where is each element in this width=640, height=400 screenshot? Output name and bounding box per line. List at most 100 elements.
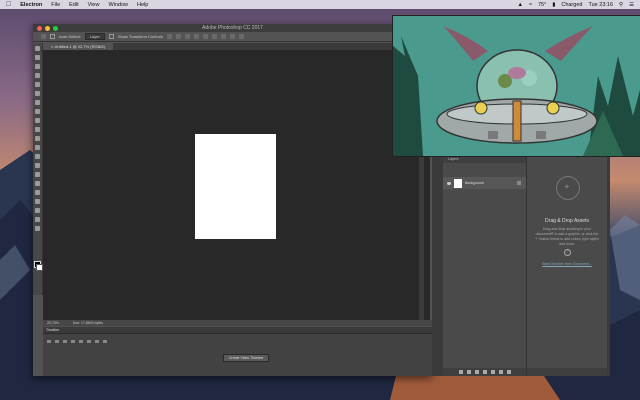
align-middle-icon[interactable] — [175, 34, 181, 39]
3d-mode-icon[interactable] — [238, 34, 244, 39]
align-top-icon[interactable] — [166, 34, 172, 39]
distribute-icon[interactable] — [220, 34, 226, 39]
lock-icon[interactable] — [517, 181, 521, 185]
auto-select-dropdown[interactable]: Layer — [84, 33, 105, 40]
start-libraries-link[interactable]: Start Libraries from Document... — [527, 262, 607, 266]
background-color-swatch[interactable] — [36, 264, 43, 271]
create-video-timeline-button[interactable]: Create Video Timeline — [223, 354, 270, 362]
menu-help[interactable]: Help — [137, 2, 148, 8]
healing-brush-tool-icon[interactable] — [35, 100, 40, 105]
settings-icon[interactable] — [87, 340, 91, 343]
marquee-tool-icon[interactable] — [35, 55, 40, 60]
layers-footer — [443, 368, 526, 376]
status-bar: 22,73% Doc: 17,8M/0 bytes — [43, 320, 436, 326]
apple-icon[interactable]:  — [6, 1, 11, 8]
libraries-panel: + Drag & Drop Assets Drag and drop anyth… — [527, 156, 607, 376]
new-layer-icon[interactable] — [498, 370, 503, 374]
quick-select-tool-icon[interactable] — [35, 73, 40, 78]
options-bar: Auto-Select: Layer Show Transform Contro… — [33, 32, 432, 42]
align-left-icon[interactable] — [193, 34, 199, 39]
video-frame-illustration — [393, 16, 640, 156]
timeline-panel: Timeline Create Video Timeline — [43, 327, 432, 376]
align-center-icon[interactable] — [202, 34, 208, 39]
layer-row-background[interactable]: Background — [443, 177, 526, 189]
type-tool-icon[interactable] — [35, 181, 40, 186]
audio-icon[interactable] — [79, 340, 83, 343]
hand-tool-icon[interactable] — [35, 208, 40, 213]
clone-stamp-tool-icon[interactable] — [35, 118, 40, 123]
menu-app-name[interactable]: Electron — [20, 2, 42, 8]
dodge-tool-icon[interactable] — [35, 163, 40, 168]
distribute-horizontal-icon[interactable] — [229, 34, 235, 39]
wifi-icon[interactable]: ≈ — [529, 2, 532, 8]
notification-center-icon[interactable]: ☰ — [629, 2, 634, 8]
rectangle-tool-icon[interactable] — [35, 199, 40, 204]
battery-icon[interactable]: ▮ — [552, 2, 555, 8]
blur-tool-icon[interactable] — [35, 154, 40, 159]
info-icon[interactable]: ? — [564, 249, 571, 256]
menu-clock[interactable]: Tue 23:16 — [588, 2, 613, 8]
transition-icon[interactable] — [103, 340, 107, 343]
zoom-tool-icon[interactable] — [35, 217, 40, 222]
libraries-footer — [527, 368, 607, 376]
menu-bar:  Electron File Edit View Window Help ▲ … — [0, 0, 640, 9]
fx-icon[interactable] — [466, 370, 471, 374]
lasso-tool-icon[interactable] — [35, 64, 40, 69]
canvas-area[interactable] — [43, 50, 430, 320]
auto-select-label: Auto-Select: — [59, 34, 81, 39]
move-tool-icon[interactable] — [35, 46, 40, 51]
window-titlebar[interactable]: Adobe Photoshop CC 2017 — [33, 24, 432, 32]
eyedropper-tool-icon[interactable] — [35, 91, 40, 96]
timeline-controls — [43, 334, 432, 349]
path-select-tool-icon[interactable] — [35, 190, 40, 195]
search-icon[interactable]: ⚲ — [619, 2, 623, 8]
menu-file[interactable]: File — [51, 2, 60, 8]
eye-icon[interactable] — [447, 181, 451, 185]
layers-tab[interactable]: Layers — [443, 156, 526, 163]
tools-panel — [33, 43, 43, 295]
document-tab[interactable]: × Untitled-1 @ 22,7% (RGB/8) — [43, 43, 113, 50]
battery-status[interactable]: Charged — [561, 2, 582, 8]
weather-temperature[interactable]: 75° — [538, 2, 546, 8]
split-icon[interactable] — [95, 340, 99, 343]
pen-tool-icon[interactable] — [35, 172, 40, 177]
dropbox-icon[interactable]: ▲ — [518, 2, 523, 8]
link-icon[interactable] — [458, 370, 463, 374]
play-icon[interactable] — [63, 340, 67, 343]
more-tools-icon[interactable] — [35, 226, 40, 231]
auto-select-checkbox[interactable] — [50, 34, 55, 39]
adjustment-icon[interactable] — [482, 370, 487, 374]
trash-icon[interactable] — [506, 370, 511, 374]
gradient-tool-icon[interactable] — [35, 145, 40, 150]
layer-thumbnail — [454, 178, 462, 188]
document-tab-title: Untitled-1 @ 22,7% (RGB/8) — [54, 44, 105, 49]
libraries-title: Drag & Drop Assets — [545, 218, 589, 224]
menu-edit[interactable]: Edit — [69, 2, 78, 8]
plus-icon[interactable]: + — [556, 176, 578, 198]
next-frame-icon[interactable] — [71, 340, 75, 343]
align-right-icon[interactable] — [211, 34, 217, 39]
move-tool-icon[interactable] — [41, 34, 46, 39]
zoom-level[interactable]: 22,73% — [47, 321, 59, 325]
menu-window[interactable]: Window — [108, 2, 128, 8]
timeline-title[interactable]: Timeline — [43, 327, 432, 334]
panel-edge — [607, 156, 610, 376]
transform-controls-checkbox[interactable] — [108, 34, 114, 39]
document-canvas[interactable] — [195, 134, 276, 239]
first-frame-icon[interactable] — [47, 340, 51, 343]
brush-tool-icon[interactable] — [35, 109, 40, 114]
right-panels: Layers Background + Drag & Drop Assets D… — [443, 156, 607, 376]
folder-icon[interactable] — [490, 370, 495, 374]
mask-icon[interactable] — [474, 370, 479, 374]
menu-view[interactable]: View — [88, 2, 100, 8]
eraser-tool-icon[interactable] — [35, 136, 40, 141]
align-bottom-icon[interactable] — [184, 34, 190, 39]
previous-frame-icon[interactable] — [55, 340, 59, 343]
document-size[interactable]: Doc: 17,8M/0 bytes — [73, 321, 103, 325]
picture-in-picture-video[interactable] — [392, 15, 640, 157]
panel-dock-strip — [432, 156, 443, 376]
history-brush-tool-icon[interactable] — [35, 127, 40, 132]
photoshop-window: Adobe Photoshop CC 2017 Auto-Select: Lay… — [33, 24, 436, 376]
crop-tool-icon[interactable] — [35, 82, 40, 87]
layer-name: Background — [465, 181, 484, 185]
